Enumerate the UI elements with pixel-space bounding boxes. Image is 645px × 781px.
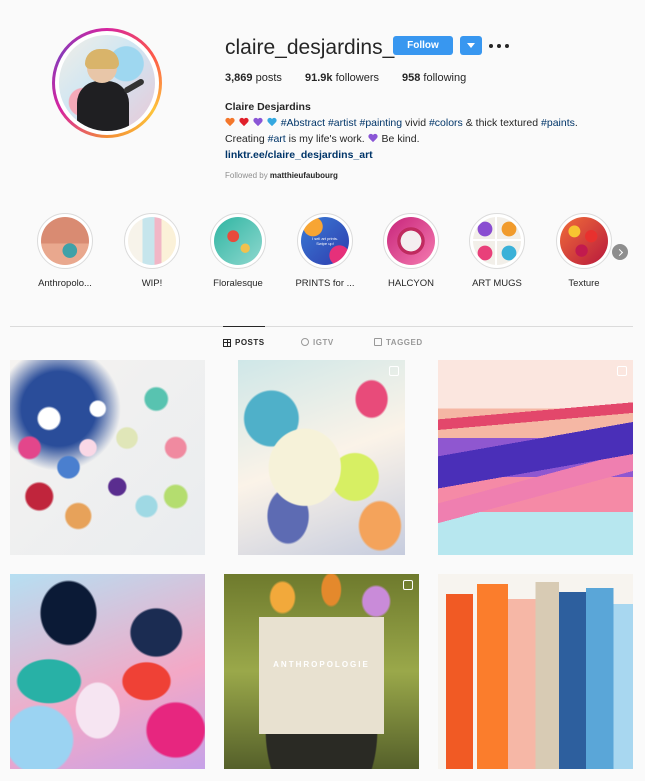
- post-thumbnail[interactable]: [438, 360, 633, 555]
- tab-label: IGTV: [313, 337, 334, 347]
- highlight-item[interactable]: Floralesque: [203, 213, 273, 289]
- highlight-thumbnail: [473, 217, 521, 265]
- tab-igtv[interactable]: IGTV: [301, 326, 334, 358]
- followed-by-user-link[interactable]: matthieufaubourg: [270, 171, 338, 180]
- avatar-frame: [55, 31, 159, 135]
- hashtag-link[interactable]: #colors: [429, 117, 463, 129]
- tab-label: TAGGED: [386, 337, 423, 347]
- more-dot-icon: [505, 43, 509, 48]
- hashtag-link[interactable]: #paints: [541, 117, 575, 129]
- posts-count: 3,869: [225, 72, 253, 84]
- avatar-person-hair: [85, 49, 119, 69]
- followed-by-prefix: Followed by: [225, 171, 270, 180]
- profile-full-name: Claire Desjardins: [225, 101, 311, 113]
- posts-stat: 3,869 posts: [225, 72, 305, 84]
- orange-heart-icon: [225, 118, 235, 127]
- story-highlights: Anthropolo... WIP! Floralesque I sell ar…: [30, 213, 630, 293]
- profile-bio: Claire Desjardins #Abstract #artist #pai…: [225, 99, 615, 163]
- followed-by-text: Followed by matthieufaubourg: [225, 171, 338, 180]
- prints-highlight-text: I sell art prints. Swipe up!: [311, 236, 338, 246]
- profile-stats: 3,869 posts 91.9k followers 958 followin…: [225, 72, 482, 84]
- carousel-icon: [389, 366, 399, 376]
- hashtag-link[interactable]: #artist: [328, 117, 357, 129]
- profile-avatar-ring[interactable]: [52, 28, 162, 138]
- highlight-thumbnail: I sell art prints. Swipe up!: [301, 217, 349, 265]
- followers-stat[interactable]: 91.9k followers: [305, 72, 402, 84]
- blue-heart-icon: [267, 118, 277, 127]
- highlight-thumbnail: [560, 217, 608, 265]
- post-thumbnail[interactable]: [10, 574, 205, 769]
- highlight-label: ART MUGS: [472, 278, 522, 289]
- follow-button[interactable]: Follow: [393, 36, 453, 55]
- highlight-label: PRINTS for ...: [295, 278, 355, 289]
- carousel-icon: [403, 580, 413, 590]
- bio-text: vivid: [402, 117, 429, 129]
- tagged-icon: [374, 338, 382, 346]
- profile-website-link[interactable]: linktr.ee/claire_desjardins_art: [225, 147, 615, 163]
- post-thumbnail[interactable]: [238, 360, 405, 555]
- bio-line-2: Creating #art is my life's work. Be kind…: [225, 131, 615, 147]
- following-label: following: [420, 72, 467, 84]
- avatar-brush: [122, 77, 146, 95]
- grid-icon: [223, 338, 231, 347]
- purple-heart-icon: [253, 118, 263, 127]
- purple-heart-icon: [368, 134, 378, 143]
- suggestions-dropdown-button[interactable]: [460, 36, 482, 55]
- highlight-ring: [383, 213, 439, 269]
- post-thumbnail[interactable]: [438, 574, 633, 769]
- highlight-thumbnail: [214, 217, 262, 265]
- more-dot-icon: [497, 43, 501, 48]
- highlights-next-button[interactable]: [612, 244, 628, 260]
- red-heart-icon: [239, 118, 249, 127]
- highlight-thumbnail: [387, 217, 435, 265]
- bio-text: Be kind.: [378, 133, 420, 145]
- followers-count: 91.9k: [305, 72, 333, 84]
- avatar-person-body: [77, 81, 129, 131]
- highlight-item[interactable]: ART MUGS: [462, 213, 532, 289]
- highlight-ring: [469, 213, 525, 269]
- highlight-label: HALCYON: [388, 278, 434, 289]
- highlight-ring: I sell art prints. Swipe up!: [297, 213, 353, 269]
- highlight-item[interactable]: HALCYON: [376, 213, 446, 289]
- bio-line-1: #Abstract #artist #painting vivid #color…: [225, 115, 615, 131]
- post-thumbnail[interactable]: ANTHROPOLOGIE: [224, 574, 419, 769]
- more-options-button[interactable]: [489, 36, 509, 55]
- highlight-item[interactable]: Texture: [549, 213, 619, 289]
- highlight-ring: [556, 213, 612, 269]
- highlight-ring: [37, 213, 93, 269]
- profile-username: claire_desjardins_art: [225, 36, 419, 59]
- post-thumbnail[interactable]: [10, 360, 205, 555]
- following-count: 958: [402, 72, 421, 84]
- highlight-label: Texture: [568, 278, 600, 289]
- igtv-icon: [301, 338, 309, 346]
- highlight-ring: [210, 213, 266, 269]
- tab-posts[interactable]: POSTS: [223, 326, 265, 358]
- highlight-item[interactable]: I sell art prints. Swipe up! PRINTS for …: [290, 213, 360, 289]
- chevron-down-icon: [467, 43, 475, 48]
- avatar: [59, 35, 155, 131]
- hashtag-link[interactable]: #art: [268, 133, 286, 145]
- highlight-label: Floralesque: [213, 278, 263, 289]
- highlight-thumbnail: [41, 217, 89, 265]
- hashtag-link[interactable]: #Abstract: [281, 117, 325, 129]
- posts-label: posts: [252, 72, 282, 84]
- hashtag-link[interactable]: #painting: [359, 117, 402, 129]
- tab-tagged[interactable]: TAGGED: [374, 326, 423, 358]
- bio-text: is my life's work.: [285, 133, 368, 145]
- highlight-item[interactable]: WIP!: [117, 213, 187, 289]
- highlight-item[interactable]: Anthropolo...: [30, 213, 100, 289]
- bio-text: Creating: [225, 133, 268, 145]
- carousel-icon: [617, 366, 627, 376]
- bio-text: & thick textured: [462, 117, 542, 129]
- more-dot-icon: [489, 43, 493, 48]
- highlight-label: WIP!: [141, 278, 163, 289]
- highlight-thumbnail: [128, 217, 176, 265]
- highlight-label: Anthropolo...: [38, 278, 92, 289]
- tab-label: POSTS: [235, 338, 265, 347]
- bag-print-text: ANTHROPOLOGIE: [273, 660, 370, 669]
- chevron-right-icon: [615, 248, 623, 256]
- followers-label: followers: [332, 72, 379, 84]
- following-stat[interactable]: 958 following: [402, 72, 482, 84]
- highlight-ring: [124, 213, 180, 269]
